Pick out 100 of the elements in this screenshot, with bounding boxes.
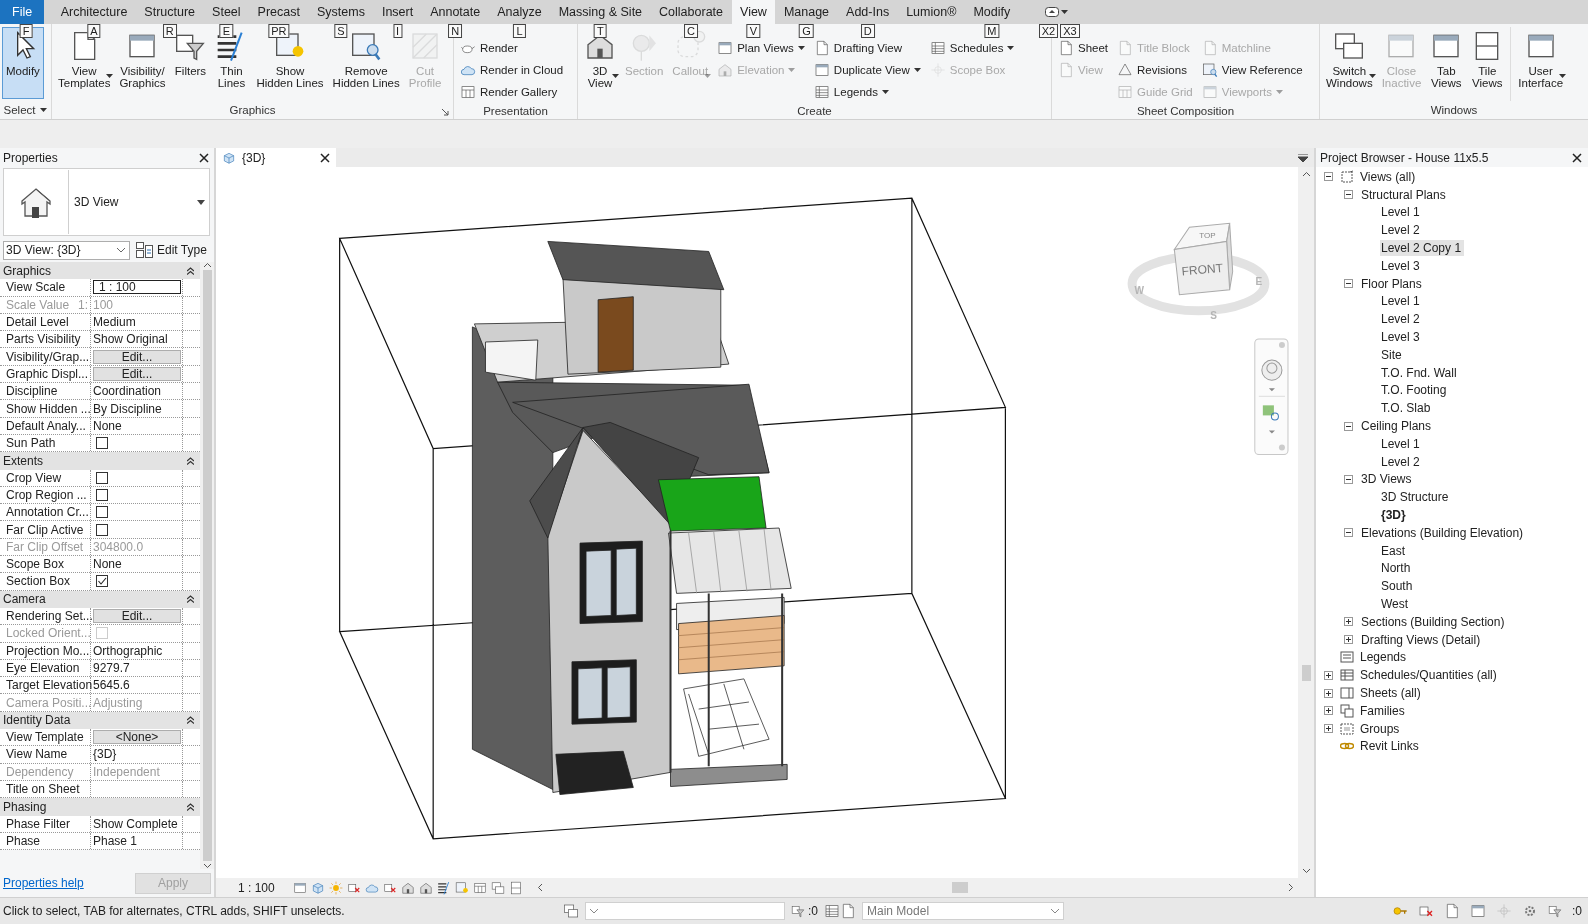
ribbon-button[interactable]: User Interface xyxy=(1514,27,1568,99)
tree-item[interactable]: Drafting Views (Detail) xyxy=(1360,631,1484,648)
instance-dropdown[interactable]: 3D View: {3D} xyxy=(3,240,130,260)
collapse-toggle-icon[interactable] xyxy=(1323,172,1333,182)
edit-button[interactable]: Edit... xyxy=(93,609,181,624)
tree-item[interactable]: Sheets (all) xyxy=(1359,685,1424,701)
group-header[interactable]: Extents xyxy=(0,452,200,470)
tree-item[interactable]: 3D Views xyxy=(1360,471,1415,488)
tree-item[interactable]: Level 1 xyxy=(1380,435,1423,452)
collapse-toggle-icon[interactable] xyxy=(1343,528,1353,538)
tree-item[interactable]: {3D} xyxy=(1380,507,1409,524)
menu-tab[interactable]: Annotate xyxy=(421,0,489,24)
menu-tab[interactable]: Steel xyxy=(203,0,250,24)
close-icon[interactable] xyxy=(199,153,209,163)
ribbon-toggle-icon[interactable] xyxy=(1044,7,1059,17)
ribbon-button[interactable]: Revisions xyxy=(1115,59,1195,81)
ribbon-button[interactable]: View Reference xyxy=(1199,59,1305,81)
checkbox[interactable] xyxy=(96,471,108,484)
tree-item[interactable]: Level 2 xyxy=(1380,311,1423,328)
tree-item[interactable]: Legends xyxy=(1359,649,1410,666)
house-model-drawing[interactable] xyxy=(472,241,792,795)
menu-tab[interactable]: Add-Ins xyxy=(837,0,898,24)
collapse-icon[interactable] xyxy=(187,802,194,811)
checkbox[interactable] xyxy=(96,437,108,450)
menu-tab[interactable]: Modify xyxy=(964,0,1019,24)
scrollbar[interactable] xyxy=(200,262,214,869)
tree-item[interactable]: Level 1 xyxy=(1380,293,1423,310)
tree-item[interactable]: East xyxy=(1380,542,1408,559)
menu-tab[interactable]: Lumion® xyxy=(897,0,965,24)
tree-item[interactable]: Floor Plans xyxy=(1360,275,1425,292)
tree-item[interactable]: Level 3 xyxy=(1380,329,1423,346)
expand-toggle-icon[interactable] xyxy=(1343,617,1353,627)
ribbon-button[interactable]: Render Gallery xyxy=(458,81,566,103)
ribbon-button[interactable]: Duplicate View xyxy=(811,59,923,81)
close-icon[interactable] xyxy=(320,152,330,163)
launcher-icon[interactable] xyxy=(442,109,449,116)
ribbon-button[interactable]: Drafting View xyxy=(811,37,923,59)
tree-item[interactable]: West xyxy=(1380,596,1412,612)
collapse-icon[interactable] xyxy=(187,456,194,465)
collapse-icon[interactable] xyxy=(187,266,194,275)
expand-toggle-icon[interactable] xyxy=(1323,688,1333,698)
tree-item[interactable]: T.O. Fnd. Wall xyxy=(1380,364,1460,381)
ribbon-button[interactable]: Sheet xyxy=(1056,37,1111,59)
ribbon-button[interactable]: Plan Views xyxy=(715,37,807,59)
expand-toggle-icon[interactable] xyxy=(1323,670,1333,680)
tree-item[interactable]: Views (all) xyxy=(1359,168,1419,185)
checkbox[interactable] xyxy=(96,575,108,588)
tree-item[interactable]: Ceiling Plans xyxy=(1360,418,1435,435)
collapse-toggle-icon[interactable] xyxy=(1343,474,1353,484)
tree-item[interactable]: Elevations (Building Elevation) xyxy=(1360,524,1527,541)
ribbon-button[interactable]: Switch Windows xyxy=(1322,27,1377,99)
help-link[interactable]: Properties help xyxy=(3,876,84,890)
tree-item[interactable]: Level 3 xyxy=(1380,257,1423,274)
ribbon-button[interactable]: Schedules xyxy=(927,37,1017,59)
edit-type-button[interactable]: Edit Type xyxy=(136,242,207,258)
collapse-toggle-icon[interactable] xyxy=(1343,190,1353,200)
tree-item[interactable]: Level 2 Copy 1 xyxy=(1380,240,1465,257)
expand-toggle-icon[interactable] xyxy=(1323,706,1333,716)
menu-tab[interactable]: Systems xyxy=(308,0,374,24)
tree-item[interactable]: Level 1 xyxy=(1380,204,1423,221)
ribbon-button[interactable]: Render xyxy=(458,37,566,59)
collapse-icon[interactable] xyxy=(187,595,194,604)
menu-tab[interactable]: Structure xyxy=(135,0,204,24)
edit-button[interactable]: Edit... xyxy=(93,366,181,381)
checkbox[interactable] xyxy=(96,489,108,501)
tree-item[interactable]: Structural Plans xyxy=(1360,186,1449,203)
scrollbar[interactable] xyxy=(1298,167,1314,878)
expand-toggle-icon[interactable] xyxy=(1343,635,1353,645)
menu-tab[interactable]: Massing & Site xyxy=(550,0,651,24)
tree-item[interactable]: Revit Links xyxy=(1359,738,1422,755)
menu-tab[interactable]: Manage xyxy=(775,0,838,24)
checkbox[interactable] xyxy=(96,523,108,536)
edit-button[interactable]: Edit... xyxy=(93,349,181,364)
tree-item[interactable]: Schedules/Quantities (all) xyxy=(1359,667,1500,684)
menu-tab[interactable]: View xyxy=(731,0,776,24)
tree-item[interactable]: T.O. Footing xyxy=(1380,382,1450,399)
scroll-thumb[interactable] xyxy=(952,882,968,893)
model-dropdown[interactable]: Main Model xyxy=(862,902,1064,920)
menu-tab[interactable]: Analyze xyxy=(488,0,551,24)
menu-tab[interactable]: Architecture xyxy=(52,0,136,24)
scroll-thumb[interactable] xyxy=(1301,664,1311,681)
tree-item[interactable]: North xyxy=(1380,560,1414,577)
ribbon-button[interactable]: Tile Views xyxy=(1467,27,1508,99)
tree-item[interactable]: Families xyxy=(1359,702,1408,719)
expand-toggle-icon[interactable] xyxy=(1323,724,1333,734)
ribbon-button[interactable]: Tab Views xyxy=(1426,27,1467,99)
menu-tab[interactable]: Collaborate xyxy=(650,0,732,24)
ribbon-button[interactable]: Legends xyxy=(811,81,923,103)
collapse-toggle-icon[interactable] xyxy=(1343,279,1353,289)
ribbon-button[interactable]: Render in Cloud xyxy=(458,59,566,81)
tree-item[interactable]: Level 2 xyxy=(1380,453,1423,470)
type-selector[interactable]: 3D View xyxy=(3,168,210,236)
menu-tab[interactable]: Insert xyxy=(373,0,422,24)
value-field[interactable]: 1 : 100 xyxy=(93,280,181,295)
edit-button[interactable]: <None> xyxy=(93,730,181,745)
group-header[interactable]: Graphics xyxy=(0,262,200,280)
menu-caret-icon[interactable] xyxy=(1298,153,1308,162)
tree-item[interactable]: 3D Structure xyxy=(1380,489,1452,506)
tree-item[interactable]: Groups xyxy=(1359,720,1403,737)
menu-tab[interactable]: File xyxy=(0,0,45,24)
